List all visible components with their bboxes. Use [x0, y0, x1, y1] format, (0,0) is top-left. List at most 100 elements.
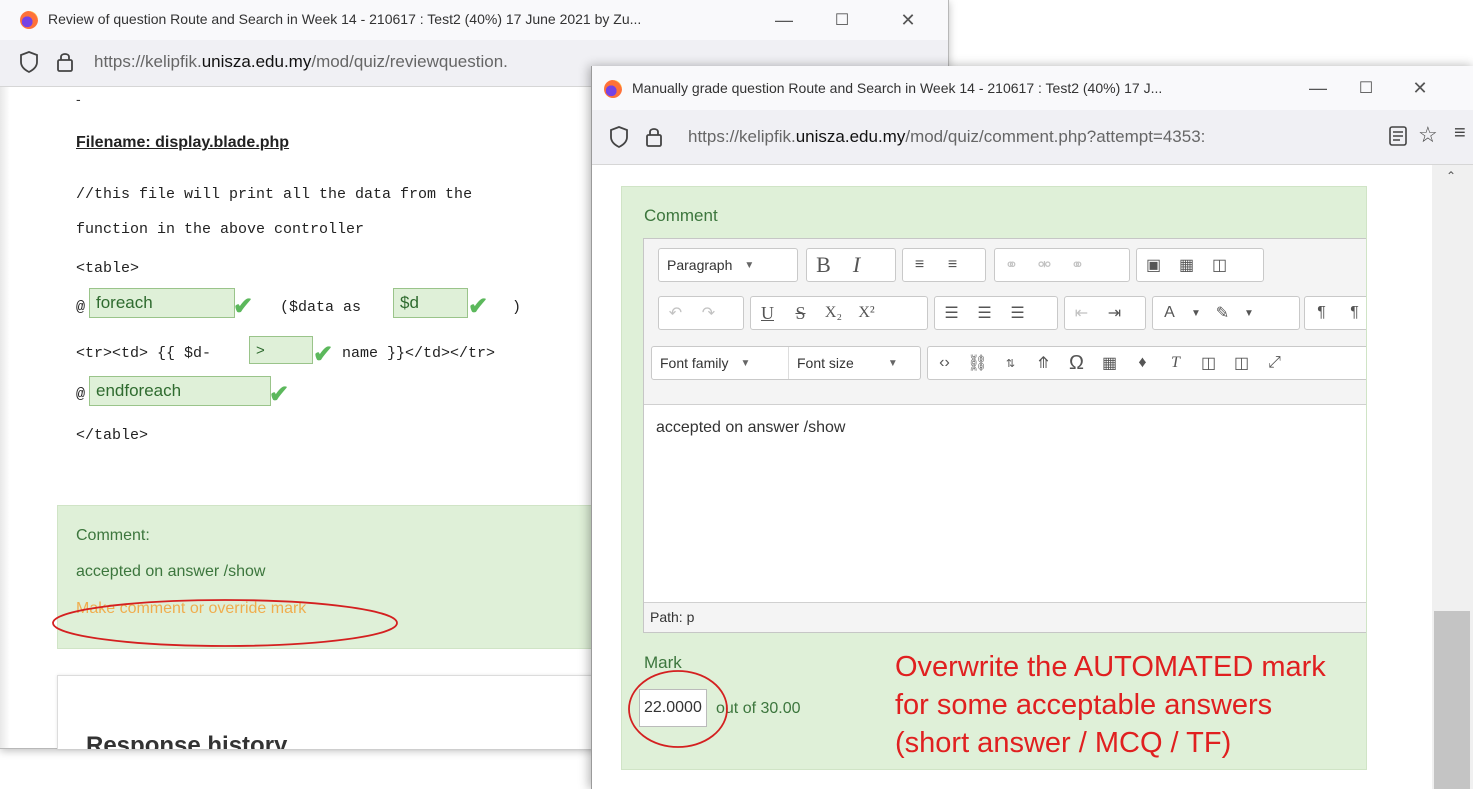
case-change-icon[interactable]: ⇅ [994, 347, 1027, 379]
ltr-icon[interactable]: ¶ [1305, 297, 1338, 329]
minimize-button[interactable]: — [1298, 66, 1338, 110]
clear-formatting-icon[interactable]: ♦ [1126, 347, 1159, 379]
unlink-icon[interactable]: ⚮ [1028, 249, 1061, 281]
highlight-ellipse-mark [628, 670, 728, 748]
fullscreen-icon[interactable]: ⤢ [1258, 347, 1291, 379]
window1-url[interactable]: https://kelipfik.unisza.edu.my/mod/quiz/… [94, 52, 508, 72]
subscript-icon[interactable]: X₂ [817, 297, 850, 329]
paste-word-icon[interactable]: ◫ [1225, 347, 1258, 379]
code-close-paren: ) [512, 299, 522, 316]
format-group: B I [806, 248, 896, 282]
close-button[interactable]: ✕ [1400, 66, 1440, 110]
hamburger-menu-icon[interactable]: ≡ [1454, 122, 1466, 145]
check-icon: ✔ [269, 381, 290, 408]
url-prefix: https://kelipfik. [94, 52, 202, 71]
window2-titlebar[interactable]: Manually grade question Route and Search… [592, 66, 1473, 110]
window1-title: Review of question Route and Search in W… [48, 11, 642, 27]
maximize-button[interactable]: ☐ [822, 0, 862, 40]
maximize-button[interactable]: ☐ [1346, 66, 1386, 110]
window2-title: Manually grade question Route and Search… [632, 80, 1163, 96]
redo-icon[interactable]: ↷ [692, 297, 725, 329]
url-path: /mod/quiz/reviewquestion. [311, 52, 508, 71]
answer-field-foreach[interactable]: foreach [89, 288, 235, 318]
omega-icon[interactable]: Ω [1060, 347, 1093, 379]
annotation-line-3: (short answer / MCQ / TF) [895, 727, 1232, 759]
editor-body[interactable]: accepted on answer /show [656, 419, 845, 437]
remove-format-icon[interactable]: T [1159, 347, 1192, 379]
rtl-icon[interactable]: ¶ [1338, 297, 1366, 329]
highlight-ellipse-override [52, 599, 398, 647]
chevron-down-icon[interactable]: ▼ [1239, 297, 1259, 329]
check-icon: ✔ [233, 293, 254, 320]
font-size-label: Font size [797, 355, 854, 371]
underline-icon[interactable]: U [751, 297, 784, 329]
firefox-icon [20, 11, 38, 29]
paragraph-label: Paragraph [667, 257, 733, 273]
url-domain: unisza.edu.my [795, 127, 906, 146]
indent-group: ⇤ ⇥ [1064, 296, 1146, 330]
answer-field-d[interactable]: $d [393, 288, 468, 318]
font-size-select[interactable]: Font size ▼ [789, 355, 906, 371]
shield-icon[interactable] [608, 125, 630, 154]
undo-icon[interactable]: ↶ [659, 297, 692, 329]
lock-icon[interactable] [55, 50, 75, 79]
image-icon[interactable]: ▣ [1137, 249, 1170, 281]
response-history-heading: Response history [86, 732, 288, 749]
numbered-list-icon[interactable]: ≡ [936, 249, 969, 281]
minimize-button[interactable]: — [764, 0, 804, 40]
chevron-down-icon[interactable]: ▼ [1186, 297, 1206, 329]
media-icon[interactable]: ▦ [1170, 249, 1203, 281]
close-button[interactable]: ✕ [888, 0, 928, 40]
code-tr-end: name }}</td></tr> [342, 345, 496, 362]
strikethrough-icon[interactable]: S [784, 297, 817, 329]
font-family-select[interactable]: Font family ▼ [652, 347, 789, 379]
chevron-down-icon: ▼ [887, 357, 898, 369]
paste-text-icon[interactable]: ◫ [1192, 347, 1225, 379]
annotation-line-2: for some acceptable answers [895, 689, 1273, 721]
manage-files-icon[interactable]: ◫ [1203, 249, 1236, 281]
font-group: Font family ▼ Font size ▼ [651, 346, 921, 380]
window2-url[interactable]: https://kelipfik.unisza.edu.my/mod/quiz/… [688, 127, 1368, 147]
lock-icon[interactable] [644, 125, 664, 154]
left-fade [0, 87, 10, 748]
reader-view-icon[interactable] [1388, 124, 1408, 153]
indent-icon[interactable]: ⇥ [1098, 297, 1131, 329]
bold-button[interactable]: B [807, 249, 840, 281]
superscript-icon[interactable]: X² [850, 297, 883, 329]
code-at-2: @ [76, 386, 86, 403]
code-data-as: ($data as [280, 299, 362, 316]
code-line-2: function in the above controller [76, 221, 365, 238]
comment-label: Comment: [76, 527, 150, 544]
outdent-icon[interactable]: ⇤ [1065, 297, 1098, 329]
link-icon[interactable]: ⚭ [995, 249, 1028, 281]
paragraph-select[interactable]: Paragraph ▼ [658, 248, 798, 282]
editor: Paragraph ▼ B I ≡ ≡ ⚭ ⚮ ⚭ ▣ ▦ ◫ ↶ ↷ U S … [643, 238, 1366, 633]
star-icon[interactable]: ☆ [1418, 122, 1438, 148]
code-at-1: @ [76, 299, 86, 316]
window1-titlebar[interactable]: Review of question Route and Search in W… [0, 0, 948, 40]
direction-group: ¶ ¶ ■ [1304, 296, 1366, 330]
code-line-1: //this file will print all the data from… [76, 186, 473, 203]
answer-field-arrow[interactable]: > [249, 336, 313, 364]
align-center-icon[interactable]: ☰ [968, 297, 1001, 329]
answer-field-endforeach[interactable]: endforeach [89, 376, 271, 406]
align-right-icon[interactable]: ☰ [1001, 297, 1034, 329]
background-color-icon[interactable]: ✎ [1206, 297, 1239, 329]
code-line-3: <table> [76, 260, 140, 277]
text-color-icon[interactable]: A [1153, 297, 1186, 329]
code-icon[interactable]: ‹› [928, 347, 961, 379]
search-replace-icon[interactable]: ⛓ [961, 347, 994, 379]
scrollbar-track[interactable]: ⌃ [1432, 165, 1473, 789]
anchor-icon[interactable]: ⚭ [1061, 249, 1094, 281]
text-style-group: U S X₂ X² [750, 296, 928, 330]
annotation-text: Overwrite the AUTOMATED mark for some ac… [895, 648, 1326, 762]
color-group: A ▼ ✎ ▼ [1152, 296, 1300, 330]
scroll-up-arrow[interactable]: ⌃ [1446, 169, 1456, 183]
shield-icon[interactable] [18, 50, 40, 79]
italic-button[interactable]: I [840, 249, 873, 281]
table-icon[interactable]: ▦ [1093, 347, 1126, 379]
bullet-list-icon[interactable]: ≡ [903, 249, 936, 281]
align-left-icon[interactable]: ☰ [935, 297, 968, 329]
insert-icon[interactable]: ⤊ [1027, 347, 1060, 379]
scrollbar-thumb[interactable] [1434, 611, 1470, 789]
